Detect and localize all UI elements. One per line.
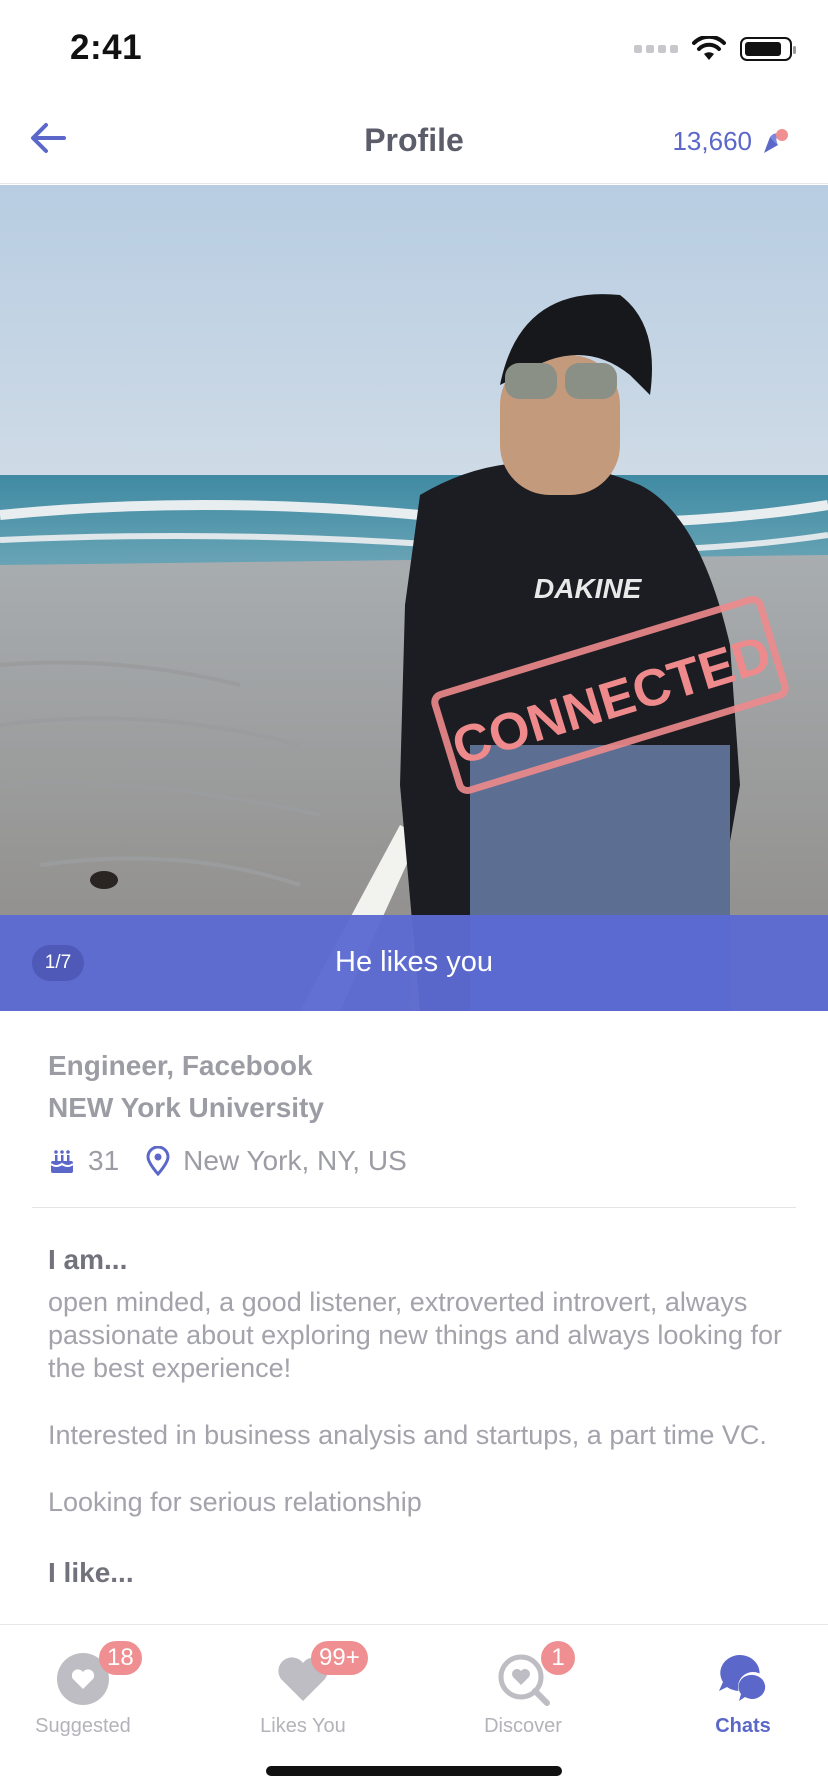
location-pin-icon <box>145 1146 171 1176</box>
coins-balance[interactable]: 13,660 <box>672 126 790 157</box>
coin-icon <box>764 128 788 153</box>
about-paragraph: open minded, a good listener, extroverte… <box>48 1287 782 1383</box>
tab-label: Suggested <box>35 1715 131 1737</box>
home-indicator <box>266 1766 562 1776</box>
tab-discover[interactable]: 1 Discover <box>443 1635 603 1737</box>
about-paragraph: Looking for serious relationship <box>48 1487 422 1517</box>
cellular-signal-icon <box>634 45 678 53</box>
status-time: 2:41 <box>70 28 143 67</box>
suggested-badge: 18 <box>99 1641 142 1675</box>
birthday-cake-icon <box>48 1147 76 1175</box>
shirt-brand-text: DAKINE <box>534 573 643 604</box>
tab-label: Chats <box>715 1715 771 1737</box>
age: 31 <box>88 1145 120 1176</box>
meta-row: 31 New York, NY, US <box>48 1137 788 1185</box>
tab-label: Discover <box>484 1715 562 1737</box>
about-section: I am... open minded, a good listener, ex… <box>48 1240 788 1593</box>
about-paragraph: Interested in business analysis and star… <box>48 1420 767 1450</box>
i-am-title: I am... <box>48 1244 128 1275</box>
nav-bar: Profile 13,660 <box>0 96 828 184</box>
location: New York, NY, US <box>183 1145 407 1176</box>
tab-label: Likes You <box>260 1715 346 1737</box>
tab-chats[interactable]: Chats <box>663 1635 823 1737</box>
tab-likes-you[interactable]: 99+ Likes You <box>223 1635 383 1737</box>
status-icons <box>634 36 796 62</box>
status-bar: 2:41 <box>0 0 828 96</box>
profile-info: Engineer, Facebook NEW York University 3… <box>48 1045 788 1185</box>
tab-suggested[interactable]: 18 Suggested <box>3 1635 163 1737</box>
discover-badge: 1 <box>541 1641 575 1675</box>
likes-you-badge: 99+ <box>311 1641 368 1675</box>
battery-icon <box>740 37 796 61</box>
profile-photo[interactable]: DAKINE CONNECTED <box>0 185 828 1011</box>
coins-value: 13,660 <box>672 126 752 156</box>
divider <box>32 1207 796 1208</box>
occupation: Engineer, Facebook <box>48 1050 313 1081</box>
wifi-icon <box>692 36 726 60</box>
likes-you-text: He likes you <box>335 946 493 978</box>
chat-bubbles-icon <box>719 1654 768 1702</box>
i-like-title: I like... <box>48 1557 134 1588</box>
school: NEW York University <box>48 1092 324 1123</box>
